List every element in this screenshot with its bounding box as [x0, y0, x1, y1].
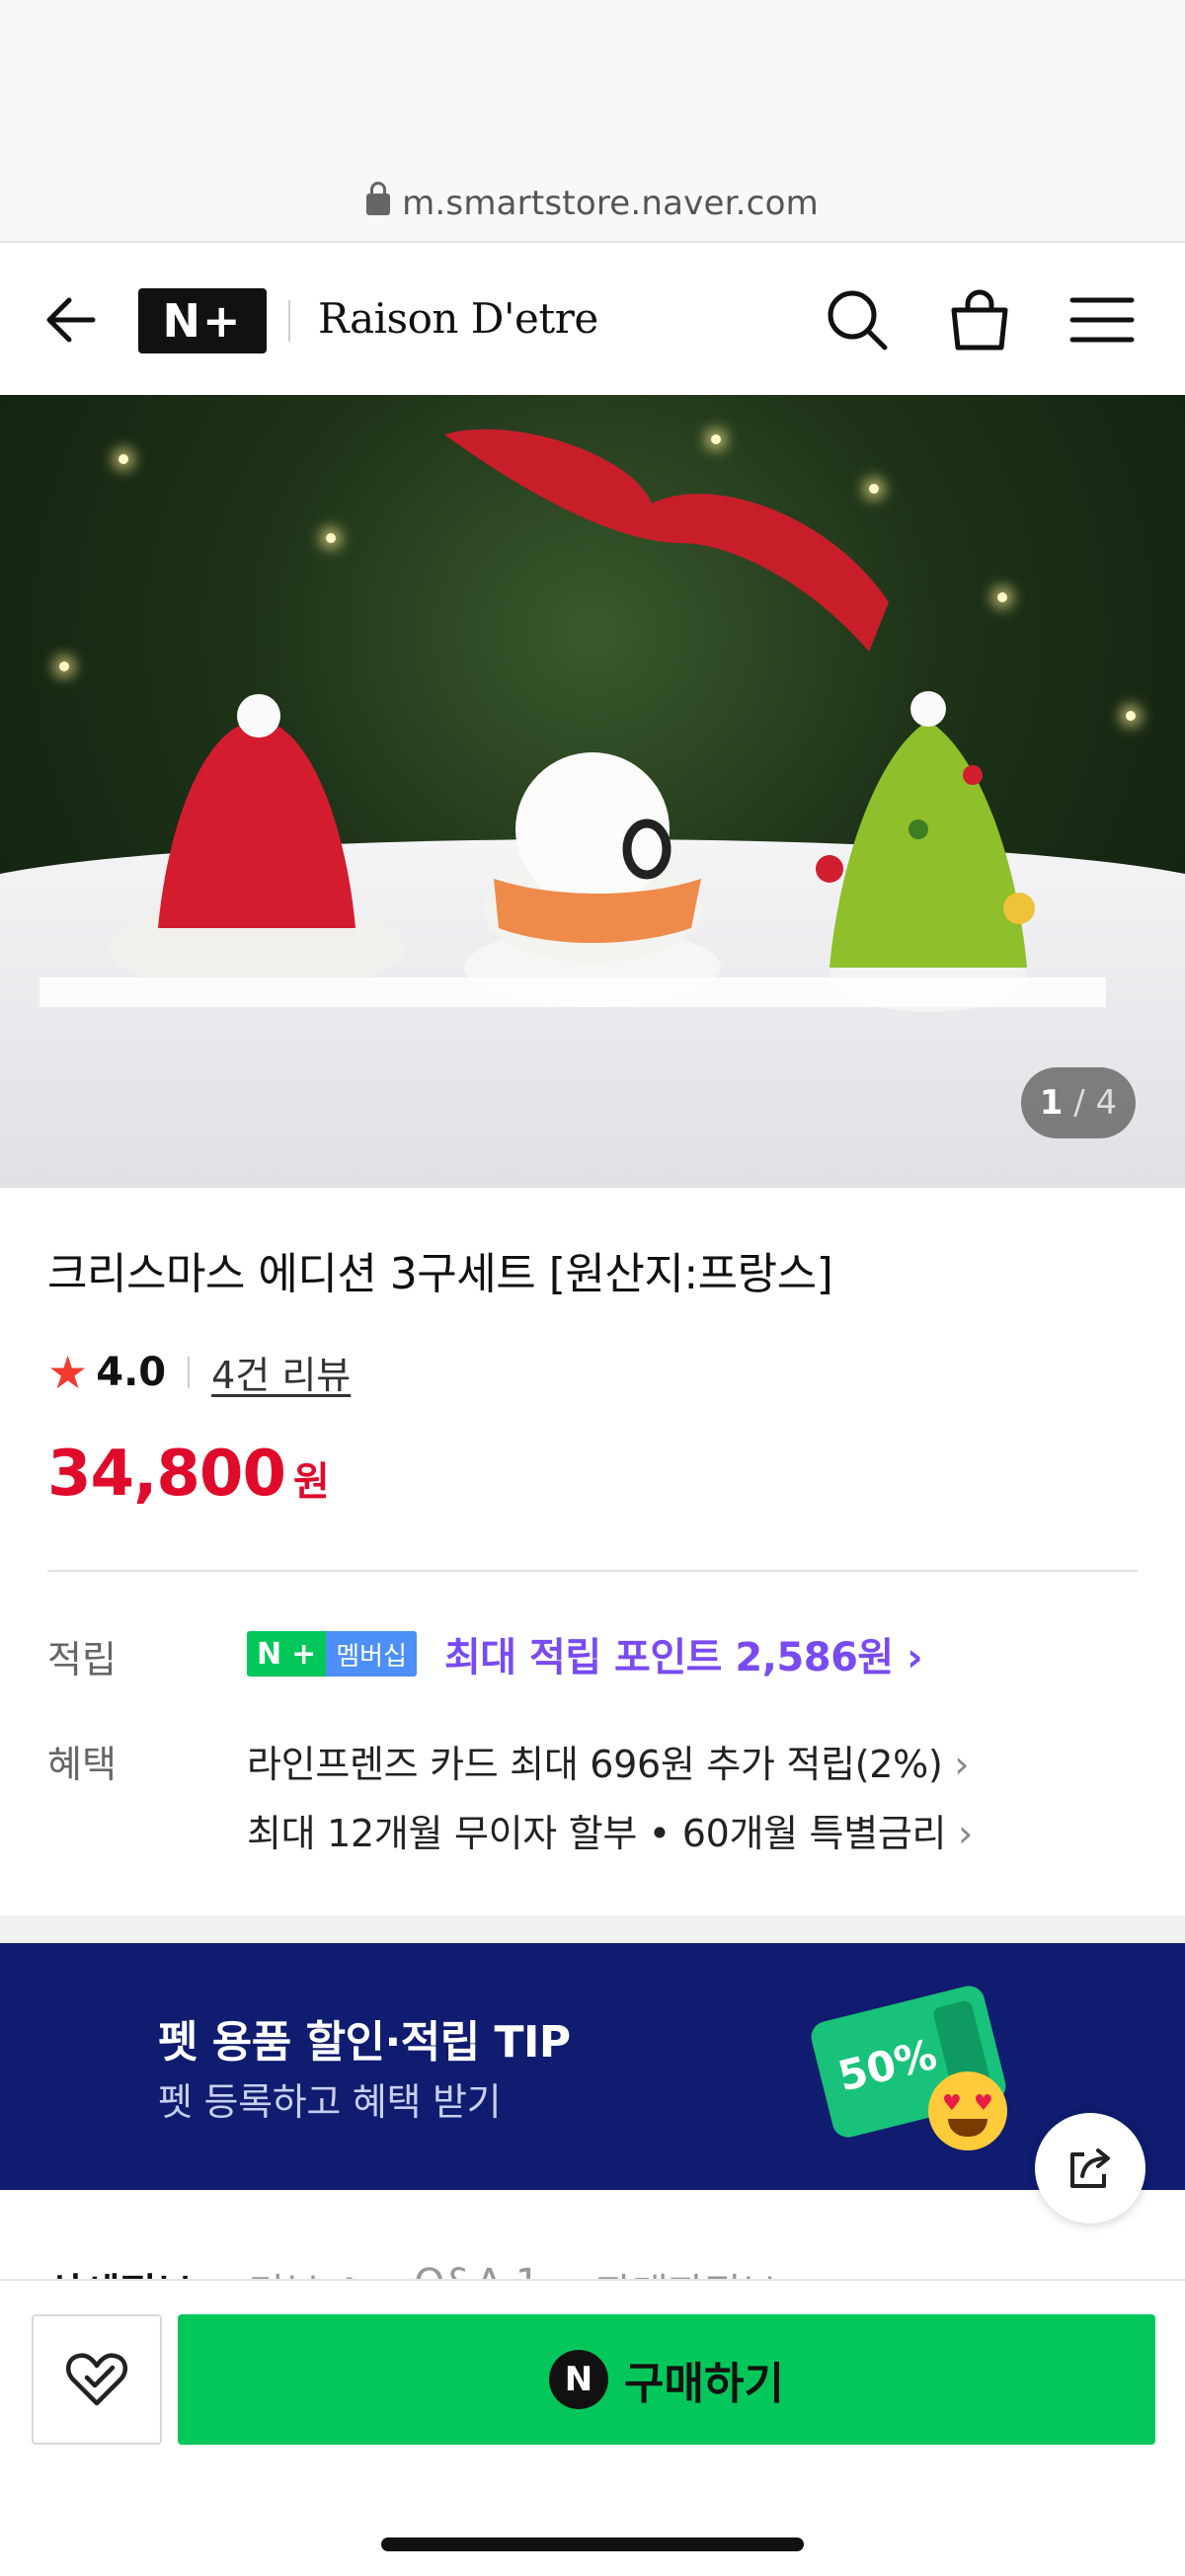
price: 34,800 원 [47, 1438, 330, 1511]
shopping-bag-icon [951, 289, 1008, 351]
benefit-card-link[interactable]: 라인프렌즈 카드 최대 696원 추가 적립(2%) › [247, 1734, 969, 1788]
wishlist-button[interactable] [32, 2314, 162, 2445]
back-button[interactable] [40, 288, 103, 351]
product-image-carousel[interactable] [0, 395, 1185, 1188]
section-gap [0, 1915, 1185, 1943]
product-title: 크리스마스 에디션 3구세트 [원산지:프랑스] [47, 1249, 833, 1299]
image-counter: 1 / 4 [1021, 1067, 1136, 1138]
home-indicator [381, 2537, 804, 2551]
benefits-label: 혜택 [47, 1743, 117, 1786]
image-counter-current: 1 [1039, 1083, 1064, 1123]
badge-n: N [247, 1631, 292, 1677]
bottom-purchase-bar: N 구매하기 [0, 2279, 1185, 2576]
review-count-link[interactable]: 4건 리뷰 [211, 1345, 351, 1399]
rewards-label: 적립 [47, 1638, 117, 1681]
badge-plus: + [291, 1631, 327, 1677]
heart-check-icon [65, 2353, 128, 2406]
naver-plus-logo[interactable]: N+ [138, 288, 267, 353]
banner-subtitle: 펫 등록하고 혜택 받기 [158, 2080, 502, 2124]
rating-score: 4.0 [96, 1349, 167, 1395]
rating-row: ★ 4.0 4건 리뷰 [47, 1345, 351, 1399]
header-divider [288, 300, 290, 342]
price-currency: 원 [292, 1459, 330, 1505]
buy-button-label: 구매하기 [624, 2359, 784, 2409]
cart-button[interactable] [944, 284, 1015, 355]
rating-divider [188, 1356, 191, 1388]
star-icon: ★ [47, 1345, 89, 1399]
dessert-illustration [40, 429, 1106, 1012]
max-points-link[interactable]: 최대 적립 포인트 2,586원 › [444, 1625, 923, 1682]
benefit-item: 최대 12개월 무이자 할부 • 60개월 특별금리 [247, 1812, 947, 1855]
max-points-text: 최대 적립 포인트 2,586원 [444, 1635, 894, 1680]
heart-eyes-emoji-icon: ♥ ♥ [928, 2071, 1007, 2150]
brand-logo[interactable]: Raison D'etre [318, 294, 598, 343]
chevron-right-icon: › [942, 1743, 970, 1786]
share-button[interactable] [1035, 2113, 1146, 2224]
image-counter-total: 4 [1095, 1083, 1118, 1123]
url-text: m.smartstore.naver.com [402, 184, 819, 223]
buy-button[interactable]: N 구매하기 [178, 2314, 1155, 2445]
menu-button[interactable] [1066, 284, 1138, 355]
naver-pay-icon: N [549, 2350, 609, 2409]
page: m.smartstore.naver.com N+ Raison D'etre [0, 0, 1185, 2576]
price-amount: 34,800 [47, 1438, 286, 1511]
badge-membership: 멤버십 [326, 1631, 418, 1677]
search-icon [828, 290, 888, 351]
banner-title: 펫 용품 할인·적립 TIP [158, 2017, 571, 2068]
search-button[interactable] [822, 284, 893, 355]
browser-url-bar[interactable]: m.smartstore.naver.com [0, 0, 1185, 243]
chevron-right-icon: › [946, 1812, 973, 1855]
share-icon [1070, 2148, 1110, 2188]
store-header: N+ Raison D'etre [0, 245, 1185, 395]
section-divider [47, 1570, 1138, 1572]
lock-icon [366, 182, 391, 215]
back-arrow-icon [46, 297, 96, 343]
url-display[interactable]: m.smartstore.naver.com [0, 182, 1185, 223]
benefit-item: 라인프렌즈 카드 최대 696원 추가 적립(2%) [247, 1743, 943, 1786]
chevron-right-icon: › [893, 1635, 923, 1680]
coupon-percent: 50% [832, 2029, 942, 2101]
benefit-installment-link[interactable]: 최대 12개월 무이자 할부 • 60개월 특별금리 › [247, 1803, 973, 1857]
naver-plus-membership-badge: N + 멤버십 [247, 1631, 418, 1677]
hamburger-menu-icon [1069, 297, 1135, 343]
pet-promo-banner[interactable]: 펫 용품 할인·적립 TIP 펫 등록하고 혜택 받기 50% ♥ ♥ [0, 1943, 1185, 2190]
